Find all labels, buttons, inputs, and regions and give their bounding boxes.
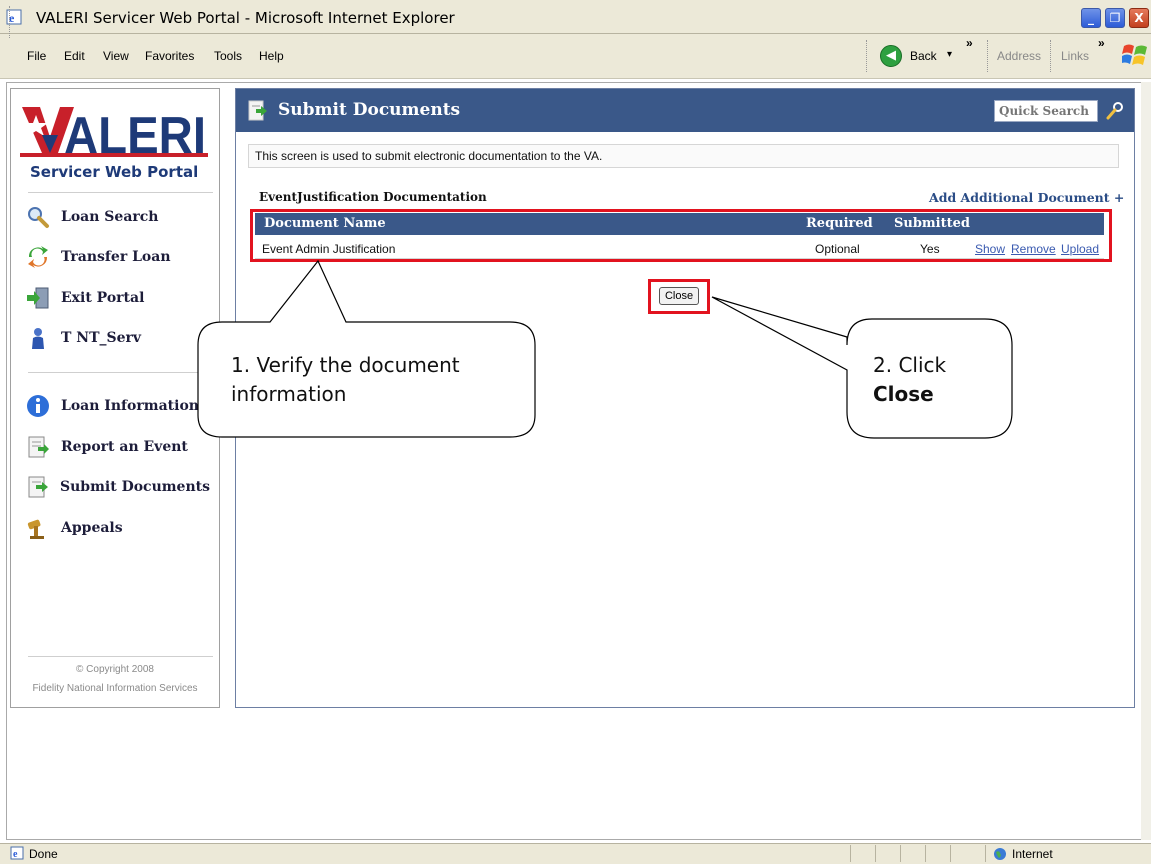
- status-divider: [925, 845, 926, 862]
- status-divider: [985, 845, 986, 862]
- status-text: Done: [29, 847, 58, 861]
- status-bar: [0, 843, 1151, 864]
- callout-step2-bubble: [711, 296, 1013, 439]
- callout-shapes: [197, 259, 1013, 439]
- svg-text:e: e: [13, 849, 18, 860]
- status-divider: [850, 845, 851, 862]
- callout-step1-bubble: [197, 259, 536, 438]
- callout-step2-prefix: 2. Click: [873, 353, 947, 377]
- callout-step1-text: 1. Verify the document information: [231, 353, 460, 406]
- internet-globe-icon: [994, 848, 1006, 860]
- status-divider: [875, 845, 876, 862]
- status-divider: [950, 845, 951, 862]
- status-divider: [900, 845, 901, 862]
- callout-step2-bold: Close: [873, 382, 934, 406]
- zone-text: Internet: [1012, 847, 1053, 861]
- page-done-icon: e: [10, 846, 24, 860]
